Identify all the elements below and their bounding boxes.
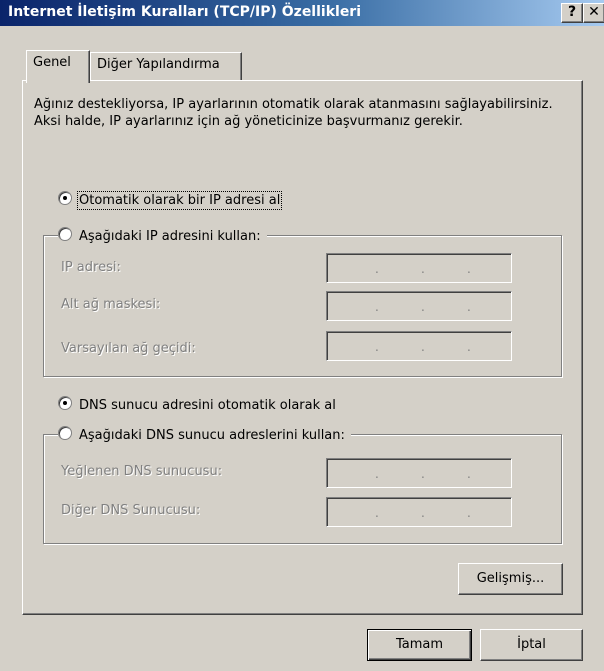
dns-manual-group xyxy=(43,434,562,544)
preferred-dns-label: Yeğlenen DNS sunucusu: xyxy=(61,464,223,479)
preferred-dns-field[interactable]: ... xyxy=(326,458,512,488)
ip-octet-dot: . xyxy=(375,467,379,481)
radio-unchecked-icon xyxy=(58,227,72,241)
title-bar: Internet İletişim Kuralları (TCP/IP) Öze… xyxy=(0,0,604,26)
ip-octet-dot: . xyxy=(467,506,471,520)
dns-auto-label: DNS sunucu adresini otomatik olarak al xyxy=(79,398,336,413)
tab-general-label: Genel xyxy=(33,55,71,70)
ip-octet-dot: . xyxy=(421,300,425,314)
ip-octet-dot: . xyxy=(421,262,425,276)
ip-octet-dot: . xyxy=(375,506,379,520)
ip-octet-dot: . xyxy=(467,340,471,354)
description-text: Ağınız destekliyorsa, IP ayarlarının oto… xyxy=(34,97,553,129)
ip-octet-dot: . xyxy=(421,467,425,481)
close-button[interactable]: ✕ xyxy=(583,3,604,23)
ip-auto-label: Otomatik olarak bir IP adresi al xyxy=(76,191,283,210)
ok-button[interactable]: Tamam xyxy=(367,629,472,661)
help-button[interactable]: ? xyxy=(561,3,583,23)
ip-address-field[interactable]: ... xyxy=(326,253,512,283)
ip-octet-dot: . xyxy=(375,300,379,314)
ip-octet-dot: . xyxy=(467,467,471,481)
tab-other-configuration-label: Diğer Yapılandırma xyxy=(97,57,220,72)
ip-address-label: IP adresi: xyxy=(61,260,121,275)
dns-manual-label: Aşağıdaki DNS sunucu adreslerini kullan: xyxy=(79,428,345,443)
subnet-mask-label: Alt ağ maskesi: xyxy=(61,297,161,312)
radio-checked-icon xyxy=(58,191,72,205)
default-gateway-field[interactable]: ... xyxy=(326,331,512,361)
window-title: Internet İletişim Kuralları (TCP/IP) Öze… xyxy=(8,4,362,20)
dns-manual-radio[interactable]: Aşağıdaki DNS sunucu adreslerini kullan: xyxy=(58,426,351,444)
alternate-dns-field[interactable]: ... xyxy=(326,497,512,527)
dns-auto-radio[interactable]: DNS sunucu adresini otomatik olarak al xyxy=(58,396,342,414)
alternate-dns-label: Diğer DNS Sunucusu: xyxy=(61,503,201,518)
default-gateway-label: Varsayılan ağ geçidi: xyxy=(61,341,196,356)
radio-unchecked-icon xyxy=(58,426,72,440)
cancel-button[interactable]: İptal xyxy=(480,629,583,661)
advanced-button[interactable]: Gelişmiş... xyxy=(458,563,563,595)
ip-octet-dot: . xyxy=(375,262,379,276)
radio-checked-icon xyxy=(58,396,72,410)
ip-octet-dot: . xyxy=(421,340,425,354)
ip-manual-radio[interactable]: Aşağıdaki IP adresini kullan: xyxy=(58,227,267,245)
tab-other-configuration[interactable]: Diğer Yapılandırma xyxy=(90,52,242,80)
ip-octet-dot: . xyxy=(467,300,471,314)
ip-auto-radio[interactable]: Otomatik olarak bir IP adresi al xyxy=(58,191,287,210)
ip-manual-label: Aşağıdaki IP adresini kullan: xyxy=(79,229,261,244)
ip-octet-dot: . xyxy=(421,506,425,520)
ip-octet-dot: . xyxy=(467,262,471,276)
ip-octet-dot: . xyxy=(375,340,379,354)
tab-general[interactable]: Genel xyxy=(26,50,90,83)
subnet-mask-field[interactable]: ... xyxy=(326,291,512,321)
